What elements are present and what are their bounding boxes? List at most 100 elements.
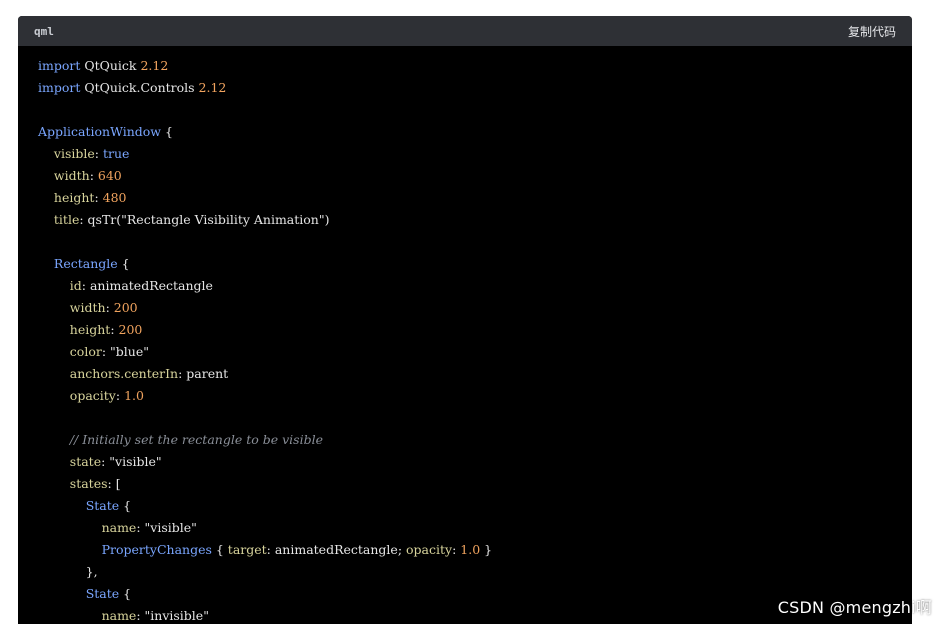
code-token: : "visible" [101, 454, 162, 469]
code-token: QtQuick [80, 58, 141, 73]
code-token: 1.0 [124, 388, 144, 403]
code-line: Rectangle { [38, 253, 912, 275]
code-line: // Initially set the rectangle to be vis… [38, 429, 912, 451]
code-line: State { [38, 495, 912, 517]
code-token: import [38, 80, 81, 95]
code-token: title [53, 212, 80, 227]
code-token: : [ [107, 476, 121, 491]
code-token: 2.12 [198, 80, 227, 95]
code-token: : "blue" [101, 344, 149, 359]
code-token: }, [38, 564, 98, 579]
code-token: opacity [69, 388, 116, 403]
code-token: 200 [113, 300, 138, 315]
code-line: width: 200 [38, 297, 912, 319]
code-token: 480 [102, 190, 127, 205]
code-token: : [105, 300, 114, 315]
code-header: qml 复制代码 [18, 16, 912, 46]
language-label: qml [34, 24, 54, 38]
code-line: opacity: 1.0 [38, 385, 912, 407]
code-token: id [69, 278, 82, 293]
code-line: id: animatedRectangle [38, 275, 912, 297]
code-token: import [38, 58, 81, 73]
code-token: 1.0 [460, 542, 481, 557]
code-token: height [69, 322, 111, 337]
code-token: : qsTr("Rectangle Visibility Animation") [79, 212, 330, 227]
code-token: opacity [406, 542, 453, 557]
code-token: ApplicationWindow [38, 124, 161, 139]
code-token: target [227, 542, 267, 557]
code-token: { [211, 542, 228, 557]
code-line: anchors.centerIn: parent [38, 363, 912, 385]
code-token: : [110, 322, 119, 337]
code-token: : animatedRectangle; [266, 542, 407, 557]
code-token: 200 [118, 322, 143, 337]
code-token: : animatedRectangle [81, 278, 213, 293]
code-line: title: qsTr("Rectangle Visibility Animat… [38, 209, 912, 231]
code-token: anchors.centerIn [69, 366, 179, 381]
code-line: ApplicationWindow { [38, 121, 912, 143]
code-line: height: 480 [38, 187, 912, 209]
code-token: } [480, 542, 493, 557]
code-token: height [53, 190, 95, 205]
code-token: PropertyChanges [101, 542, 212, 557]
code-token: color [69, 344, 102, 359]
watermark: CSDN @mengzhi啊 [777, 598, 932, 617]
code-token: state [69, 454, 102, 469]
code-line: state: "visible" [38, 451, 912, 473]
code-token: QtQuick.Controls [80, 80, 199, 95]
code-token: : [89, 168, 98, 183]
code-token: : "visible" [136, 520, 197, 535]
code-line: }, [38, 561, 912, 583]
code-line: width: 640 [38, 165, 912, 187]
code-token: name [101, 520, 137, 535]
code-line: import QtQuick.Controls 2.12 [38, 77, 912, 99]
code-editor[interactable]: import QtQuick 2.12 import QtQuick.Contro… [18, 46, 912, 624]
code-token: : [94, 146, 103, 161]
code-token: width [53, 168, 90, 183]
code-token: states [69, 476, 108, 491]
code-line: PropertyChanges { target: animatedRectan… [38, 539, 912, 561]
code-token: { [119, 498, 132, 513]
code-block: qml 复制代码 import QtQuick 2.12 import QtQui… [18, 16, 912, 624]
code-token: : [94, 190, 103, 205]
code-token: State [85, 498, 120, 513]
code-token: name [101, 608, 137, 623]
code-token: : [115, 388, 125, 403]
copy-code-button[interactable]: 复制代码 [848, 23, 896, 40]
code-token: State [85, 586, 120, 601]
code-line: visible: true [38, 143, 912, 165]
code-token: 2.12 [140, 58, 169, 73]
code-token: // Initially set the rectangle to be vis… [69, 432, 323, 447]
code-token: { [119, 586, 132, 601]
code-line: import QtQuick 2.12 [38, 55, 912, 77]
code-token: visible [53, 146, 95, 161]
code-token: : "invisible" [136, 608, 209, 623]
code-token: Rectangle [53, 256, 118, 271]
code-line: height: 200 [38, 319, 912, 341]
code-token: 640 [97, 168, 122, 183]
code-token: { [117, 256, 130, 271]
code-token: width [69, 300, 106, 315]
code-token: { [160, 124, 173, 139]
code-line: color: "blue" [38, 341, 912, 363]
code-line: states: [ [38, 473, 912, 495]
